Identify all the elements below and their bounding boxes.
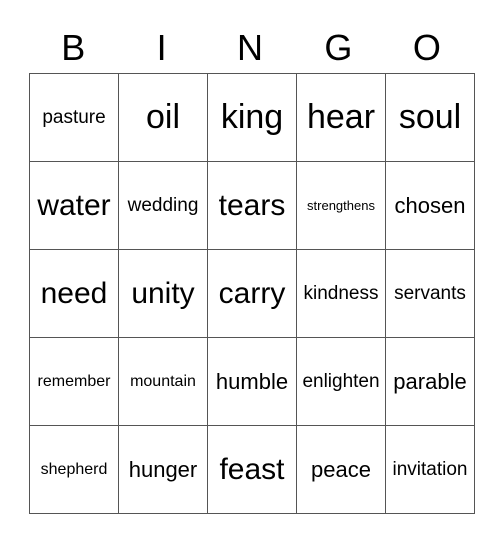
- grid-row: pasture oil king hear soul: [29, 73, 475, 162]
- header-letter-o: O: [412, 27, 441, 68]
- bingo-cell[interactable]: servants: [385, 249, 475, 338]
- bingo-cell[interactable]: shepherd: [29, 425, 119, 514]
- bingo-header: B I N G O: [29, 26, 471, 70]
- bingo-cell[interactable]: strengthens: [296, 161, 386, 250]
- header-letter-n: N: [237, 27, 264, 68]
- bingo-cell[interactable]: king: [207, 73, 297, 162]
- bingo-cell[interactable]: remember: [29, 337, 119, 426]
- bingo-cell[interactable]: parable: [385, 337, 475, 426]
- bingo-cell[interactable]: kindness: [296, 249, 386, 338]
- bingo-cell[interactable]: unity: [118, 249, 208, 338]
- bingo-cell[interactable]: peace: [296, 425, 386, 514]
- bingo-cell[interactable]: water: [29, 161, 119, 250]
- bingo-cell[interactable]: oil: [118, 73, 208, 162]
- bingo-cell[interactable]: soul: [385, 73, 475, 162]
- bingo-cell[interactable]: tears: [207, 161, 297, 250]
- header-letter-b: B: [61, 27, 86, 68]
- grid-row: need unity carry kindness servants: [29, 249, 475, 338]
- grid-row: shepherd hunger feast peace invitation: [29, 425, 475, 514]
- grid-row: water wedding tears strengthens chosen: [29, 161, 475, 250]
- header-letter-g: G: [324, 27, 353, 68]
- bingo-cell[interactable]: mountain: [118, 337, 208, 426]
- bingo-cell[interactable]: enlighten: [296, 337, 386, 426]
- bingo-cell[interactable]: pasture: [29, 73, 119, 162]
- bingo-cell[interactable]: hunger: [118, 425, 208, 514]
- header-letter-i: I: [156, 27, 167, 68]
- bingo-cell[interactable]: humble: [207, 337, 297, 426]
- bingo-cell[interactable]: hear: [296, 73, 386, 162]
- bingo-cell[interactable]: invitation: [385, 425, 475, 514]
- bingo-cell[interactable]: chosen: [385, 161, 475, 250]
- bingo-cell[interactable]: wedding: [118, 161, 208, 250]
- grid-row: remember mountain humble enlighten parab…: [29, 337, 475, 426]
- bingo-cell[interactable]: carry: [207, 249, 297, 338]
- bingo-cell[interactable]: feast: [207, 425, 297, 514]
- bingo-grid: pasture oil king hear soul water wedding…: [29, 73, 475, 514]
- bingo-cell[interactable]: need: [29, 249, 119, 338]
